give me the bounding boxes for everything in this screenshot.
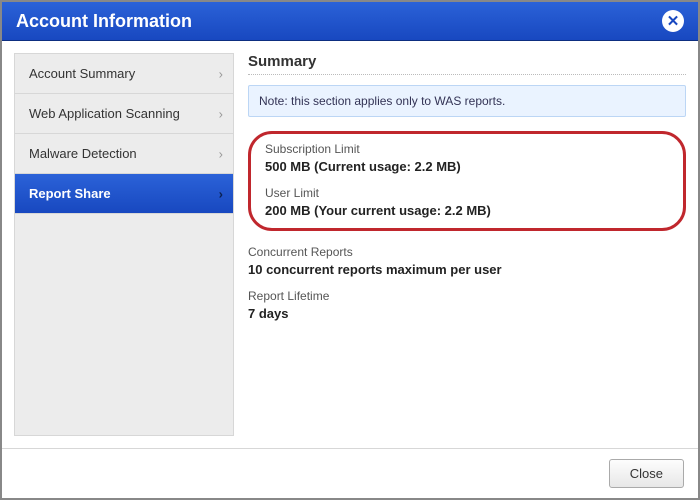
sidebar: Account Summary › Web Application Scanni… (14, 53, 234, 436)
field-value: 200 MB (Your current usage: 2.2 MB) (265, 203, 669, 218)
field-label: Report Lifetime (248, 289, 686, 303)
chevron-right-icon: › (219, 186, 223, 201)
dialog-title: Account Information (16, 11, 192, 32)
sidebar-item-label: Report Share (29, 186, 111, 201)
titlebar: Account Information ✕ (2, 2, 698, 41)
content-panel: Summary Note: this section applies only … (248, 53, 686, 436)
sidebar-item-label: Web Application Scanning (29, 106, 180, 121)
section-heading: Summary (248, 53, 686, 75)
dialog-body: Account Summary › Web Application Scanni… (2, 41, 698, 448)
field-label: Concurrent Reports (248, 245, 686, 259)
close-button[interactable]: Close (609, 459, 684, 488)
field-value: 7 days (248, 306, 686, 321)
chevron-right-icon: › (219, 146, 223, 161)
subscription-limit-field: Subscription Limit 500 MB (Current usage… (265, 142, 669, 174)
chevron-right-icon: › (219, 106, 223, 121)
dialog-footer: Close (2, 448, 698, 498)
note-box: Note: this section applies only to WAS r… (248, 85, 686, 117)
account-information-dialog: Account Information ✕ Account Summary › … (2, 2, 698, 498)
sidebar-item-label: Malware Detection (29, 146, 137, 161)
sidebar-item-account-summary[interactable]: Account Summary › (15, 54, 233, 94)
sidebar-item-label: Account Summary (29, 66, 135, 81)
close-icon[interactable]: ✕ (662, 10, 684, 32)
limits-highlight: Subscription Limit 500 MB (Current usage… (248, 131, 686, 231)
sidebar-item-web-application-scanning[interactable]: Web Application Scanning › (15, 94, 233, 134)
chevron-right-icon: › (219, 66, 223, 81)
concurrent-reports-field: Concurrent Reports 10 concurrent reports… (248, 245, 686, 277)
sidebar-item-malware-detection[interactable]: Malware Detection › (15, 134, 233, 174)
user-limit-field: User Limit 200 MB (Your current usage: 2… (265, 186, 669, 218)
sidebar-item-report-share[interactable]: Report Share › (15, 174, 233, 214)
field-value: 10 concurrent reports maximum per user (248, 262, 686, 277)
field-value: 500 MB (Current usage: 2.2 MB) (265, 159, 669, 174)
field-label: Subscription Limit (265, 142, 669, 156)
report-lifetime-field: Report Lifetime 7 days (248, 289, 686, 321)
field-label: User Limit (265, 186, 669, 200)
